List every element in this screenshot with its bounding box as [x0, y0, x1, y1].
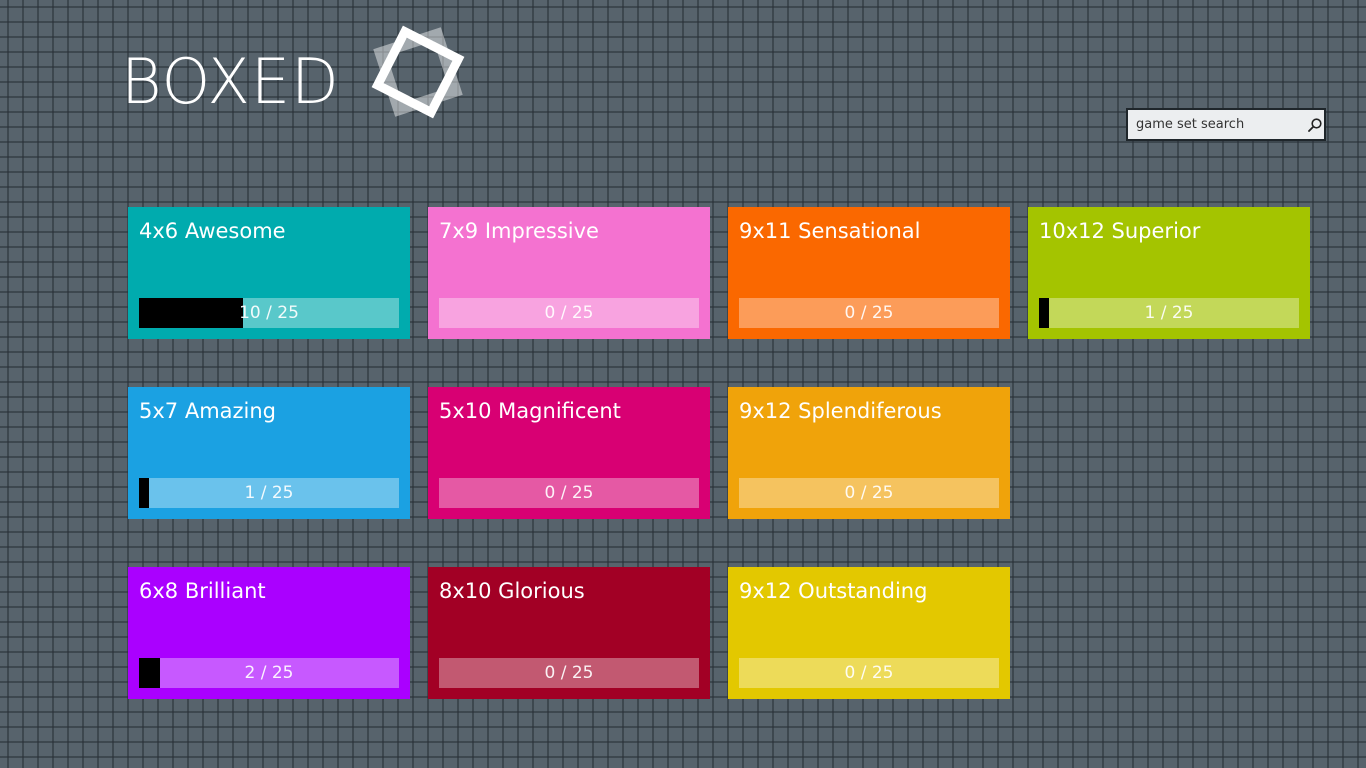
progress-text: 0 / 25 [844, 303, 894, 323]
progress-text: 2 / 25 [244, 663, 294, 683]
game-set-title: 9x12 Outstanding [739, 579, 928, 603]
progress-text: 10 / 25 [239, 303, 299, 323]
search-icon [1308, 117, 1322, 132]
game-set-tile[interactable]: 6x8 Brilliant 2 / 25 [128, 567, 410, 699]
game-set-title: 6x8 Brilliant [139, 579, 266, 603]
app-title: BOXED [121, 45, 340, 118]
progress-text: 1 / 25 [244, 483, 294, 503]
progress-bar: 10 / 25 [139, 298, 399, 328]
progress-bar: 0 / 25 [439, 658, 699, 688]
game-set-tile[interactable]: 10x12 Superior 1 / 25 [1028, 207, 1310, 339]
game-set-tile[interactable]: 9x12 Outstanding 0 / 25 [728, 567, 1010, 699]
progress-text: 0 / 25 [544, 663, 594, 683]
search-box [1126, 108, 1326, 141]
progress-bar: 2 / 25 [139, 658, 399, 688]
game-set-tile[interactable]: 5x10 Magnificent 0 / 25 [428, 387, 710, 519]
progress-bar: 0 / 25 [739, 658, 999, 688]
game-set-grid: 4x6 Awesome 10 / 25 7x9 Impressive 0 / 2… [128, 207, 1310, 699]
game-set-tile[interactable]: 7x9 Impressive 0 / 25 [428, 207, 710, 339]
progress-bar: 0 / 25 [739, 478, 999, 508]
boxed-logo-icon [371, 25, 465, 119]
game-set-tile[interactable]: 5x7 Amazing 1 / 25 [128, 387, 410, 519]
game-set-title: 8x10 Glorious [439, 579, 585, 603]
progress-bar: 0 / 25 [439, 298, 699, 328]
progress-bar: 1 / 25 [1039, 298, 1299, 328]
progress-text: 0 / 25 [544, 303, 594, 323]
progress-text: 1 / 25 [1144, 303, 1194, 323]
progress-bar: 0 / 25 [739, 298, 999, 328]
progress-bar: 0 / 25 [439, 478, 699, 508]
game-set-title: 5x10 Magnificent [439, 399, 621, 423]
game-set-tile[interactable]: 4x6 Awesome 10 / 25 [128, 207, 410, 339]
game-set-tile[interactable]: 9x11 Sensational 0 / 25 [728, 207, 1010, 339]
game-set-title: 7x9 Impressive [439, 219, 599, 243]
game-set-title: 5x7 Amazing [139, 399, 277, 423]
game-set-title: 4x6 Awesome [139, 219, 286, 243]
progress-text: 0 / 25 [544, 483, 594, 503]
game-set-title: 9x11 Sensational [739, 219, 921, 243]
game-set-tile[interactable]: 9x12 Splendiferous 0 / 25 [728, 387, 1010, 519]
search-button[interactable] [1306, 110, 1324, 139]
progress-bar: 1 / 25 [139, 478, 399, 508]
game-set-tile[interactable]: 8x10 Glorious 0 / 25 [428, 567, 710, 699]
progress-text: 0 / 25 [844, 663, 894, 683]
game-set-title: 9x12 Splendiferous [739, 399, 942, 423]
game-set-title: 10x12 Superior [1039, 219, 1201, 243]
search-input[interactable] [1128, 110, 1306, 139]
progress-text: 0 / 25 [844, 483, 894, 503]
